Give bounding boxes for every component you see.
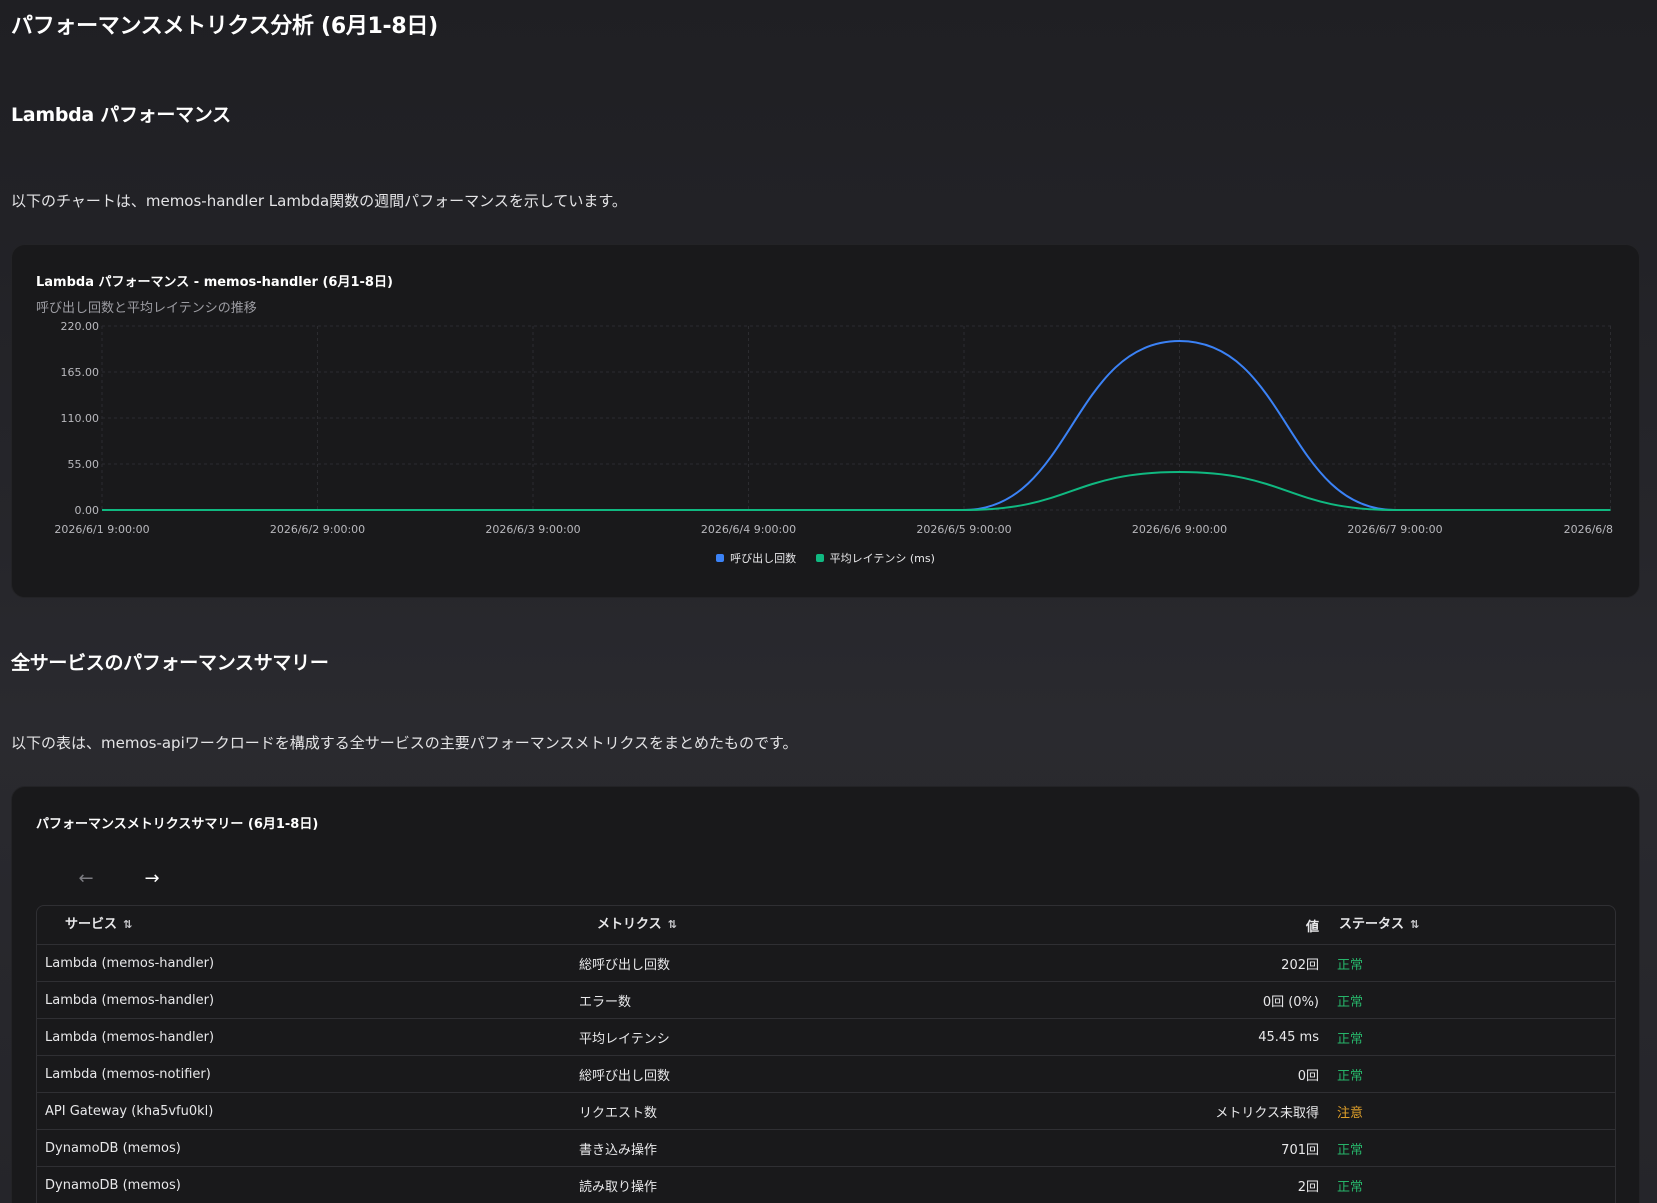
series-line-latency [101,470,1611,512]
chart-grid [101,325,1612,511]
x-axis-ticks: 2026/6/1 9:00:00 2026/6/2 9:00:00 2026/6/3… [54,523,1613,536]
table-row: DynamoDB (memos) 読み取り操作 2回 正常 [37,1166,1615,1203]
cell-service: Lambda (memos-notifier) [37,1055,571,1093]
line-chart: 0.00 55.00 110.00 165.00 220.00 2026/6/1 9:0… [54,320,1613,536]
cell-metric: 読み取り操作 [571,1166,1107,1203]
cell-value: 45.45 ms [1107,1018,1329,1056]
table-row: Lambda (memos-handler) 平均レイテンシ 45.45 ms … [37,1018,1615,1056]
chart-legend: 呼び出し回数 平均レイテンシ (ms) [12,550,1639,566]
cell-service: DynamoDB (memos) [37,1129,571,1167]
table-header-row: サービス ⇅ メトリクス ⇅ 値 ステータス ⇅ [37,906,1615,945]
x-tick-label: 2026/6/5 9:00:00 [916,523,1011,536]
cell-status: 正常 [1329,1129,1615,1167]
section-description-lambda: 以下のチャートは、memos-handler Lambda関数の週間パフォーマン… [11,192,627,210]
page-title: パフォーマンスメトリクス分析 (6月1-8日) [11,14,438,39]
x-tick-label: 2026/6/3 9:00:00 [485,523,580,536]
section-description-summary: 以下の表は、memos-apiワークロードを構成する全サービスの主要パフォーマン… [11,734,798,752]
legend-swatch-invocations [716,554,725,562]
next-page-button[interactable]: → [136,865,168,893]
sort-icon[interactable]: ⇅ [668,918,677,931]
sort-icon[interactable]: ⇅ [1410,918,1419,931]
cell-value: 2回 [1107,1166,1329,1203]
cell-value: 701回 [1107,1129,1329,1167]
table-row: DynamoDB (memos) 書き込み操作 701回 正常 [37,1129,1615,1167]
cell-value: 0回 [1107,1055,1329,1093]
cell-service: API Gateway (kha5vfu0kl) [37,1092,571,1130]
legend-label-latency: 平均レイテンシ (ms) [829,552,935,565]
metrics-table-container: サービス ⇅ メトリクス ⇅ 値 ステータス ⇅ Lambda (memos-h… [36,905,1616,1203]
cell-service: Lambda (memos-handler) [37,1018,571,1056]
chart-card: Lambda パフォーマンス - memos-handler (6月1-8日) … [11,244,1640,598]
column-header-service-label: サービス [65,917,118,932]
cell-metric: 平均レイテンシ [571,1018,1107,1056]
cell-status: 正常 [1329,944,1615,982]
cell-status: 正常 [1329,1018,1615,1056]
cell-metric: 総呼び出し回数 [571,944,1107,982]
cell-value: 0回 (0%) [1107,981,1329,1019]
cell-status: 注意 [1329,1092,1615,1130]
cell-metric: リクエスト数 [571,1092,1107,1130]
table-row: Lambda (memos-notifier) 総呼び出し回数 0回 正常 [37,1055,1615,1093]
column-header-value-label: 値 [1305,919,1319,935]
x-tick-label: 2026/6/1 9:00:00 [54,523,149,536]
legend-swatch-latency [815,554,824,562]
series-line-invocations [101,340,1611,512]
table-card: パフォーマンスメトリクスサマリー (6月1-8日) ← → サービス ⇅ メトリク… [11,786,1640,1203]
y-tick-label: 110.00 [61,412,100,425]
cell-service: DynamoDB (memos) [37,1166,571,1203]
cell-metric: 総呼び出し回数 [571,1055,1107,1093]
cell-service: Lambda (memos-handler) [37,944,571,982]
cell-status: 正常 [1329,1166,1615,1203]
legend-label-invocations: 呼び出し回数 [730,552,797,565]
legend-item-latency[interactable]: 平均レイテンシ (ms) [815,550,935,566]
table-row: Lambda (memos-handler) エラー数 0回 (0%) 正常 [37,981,1615,1019]
section-heading-summary: 全サービスのパフォーマンスサマリー [11,652,329,674]
cell-status: 正常 [1329,1055,1615,1093]
x-tick-label: 2026/6/6 9:00:00 [1132,523,1227,536]
cell-value: 202回 [1107,944,1329,982]
prev-page-button[interactable]: ← [70,865,102,893]
column-header-status[interactable]: ステータス ⇅ [1329,906,1615,945]
sort-icon[interactable]: ⇅ [123,918,132,931]
y-axis-ticks: 0.00 55.00 110.00 165.00 220.00 [61,320,100,517]
cell-value: メトリクス未取得 [1107,1092,1329,1130]
table-title: パフォーマンスメトリクスサマリー (6月1-8日) [36,817,319,832]
table-row: API Gateway (kha5vfu0kl) リクエスト数 メトリクス未取得… [37,1092,1615,1130]
page: パフォーマンスメトリクス分析 (6月1-8日) Lambda パフォーマンス 以… [0,0,1657,1203]
table-pager: ← → [70,865,180,893]
y-tick-label: 0.00 [75,504,100,517]
column-header-metric[interactable]: メトリクス ⇅ [571,906,1107,945]
x-tick-label: 2026/6/2 9:00:00 [270,523,365,536]
section-heading-lambda: Lambda パフォーマンス [11,104,231,126]
cell-metric: エラー数 [571,981,1107,1019]
cell-service: Lambda (memos-handler) [37,981,571,1019]
chart-series [101,340,1611,512]
x-tick-label: 2026/6/4 9:00:00 [701,523,796,536]
column-header-service[interactable]: サービス ⇅ [37,906,571,945]
x-tick-label: 2026/6/7 9:00:00 [1347,523,1442,536]
cell-status: 正常 [1329,981,1615,1019]
table-row: Lambda (memos-handler) 総呼び出し回数 202回 正常 [37,944,1615,982]
cell-metric: 書き込み操作 [571,1129,1107,1167]
column-header-status-label: ステータス [1339,917,1405,932]
y-tick-label: 55.00 [68,458,100,471]
legend-item-invocations[interactable]: 呼び出し回数 [716,550,796,566]
column-header-value: 値 [1107,906,1329,945]
y-tick-label: 165.00 [61,366,100,379]
x-tick-label: 2026/6/8 [1564,523,1613,536]
y-tick-label: 220.00 [61,320,100,333]
column-header-metric-label: メトリクス [597,917,662,932]
metrics-table: サービス ⇅ メトリクス ⇅ 値 ステータス ⇅ Lambda (memos-h… [37,906,1615,1203]
